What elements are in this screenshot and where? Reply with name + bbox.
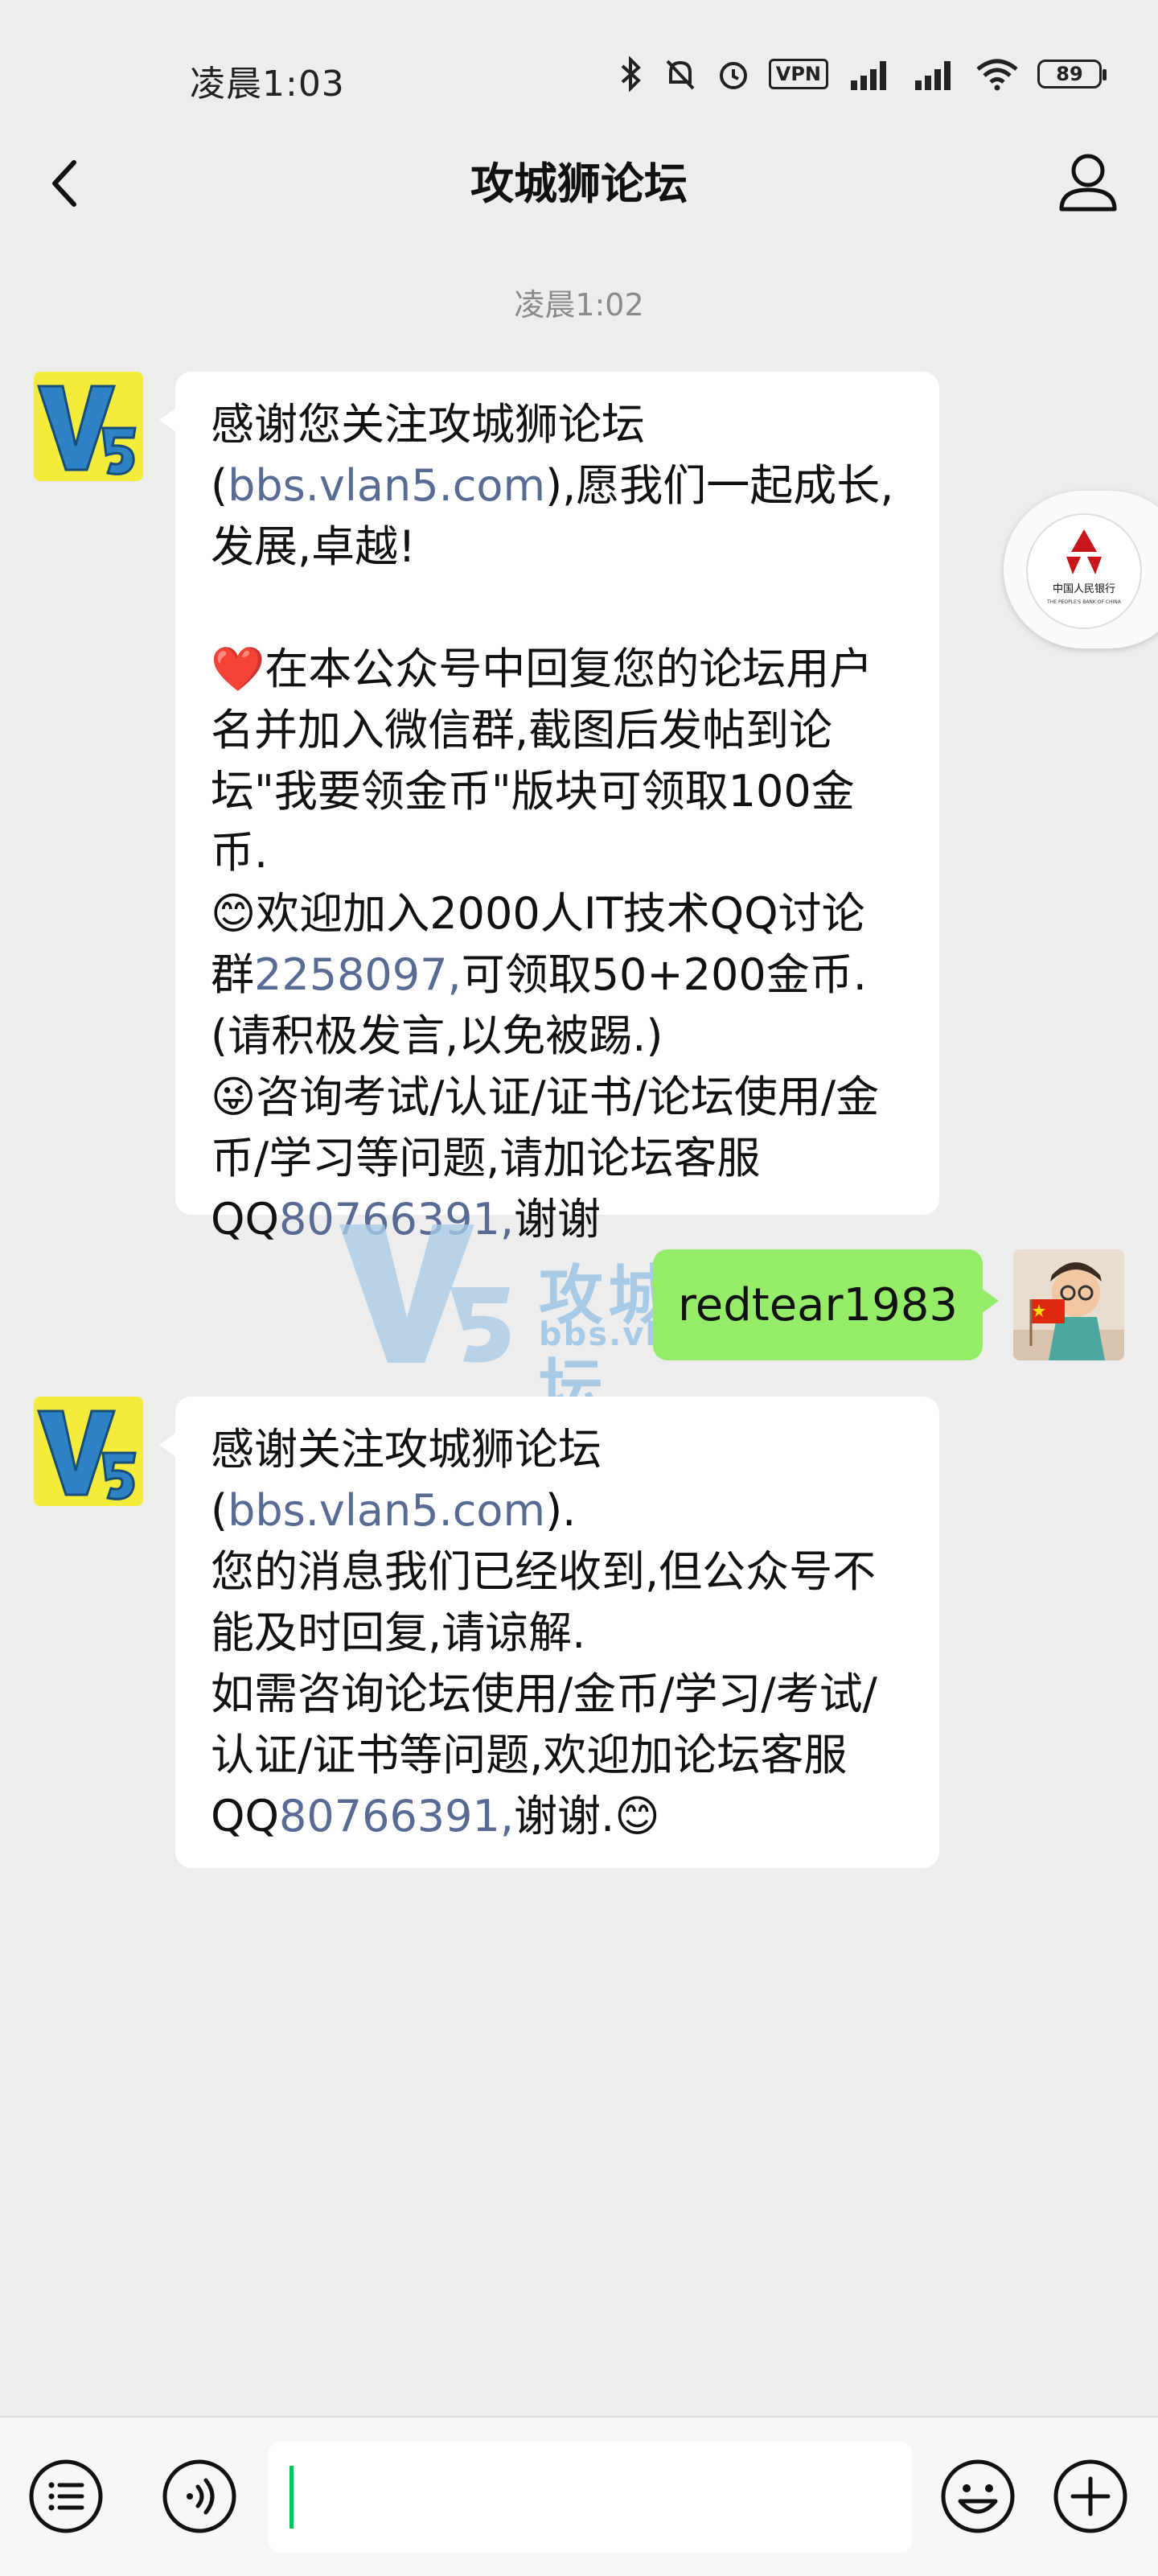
pboc-name: 中国人民银行 [1053,583,1115,595]
voice-icon[interactable] [161,2458,238,2535]
floating-window-badge[interactable]: 中国人民银行 THE PEOPLE'S BANK OF CHINA [1004,491,1158,648]
v5-logo-icon [34,372,143,481]
message2-paragraph-1: 感谢关注攻城狮论坛(bbs.vlan5.com). [211,1424,602,1536]
wifi-icon [976,59,1018,91]
emoji-icon[interactable] [939,2458,1016,2535]
user-photo-icon [1013,1249,1124,1360]
my-message-text: redtear1983 [677,1278,959,1331]
heart-emoji-icon: ❤️ [211,644,265,694]
message-paragraph-1: 感谢您关注攻城狮论坛(bbs.vlan5.com),愿我们一起成长,发展,卓越! [211,399,894,572]
qq-service-link[interactable]: 80766391, [279,1194,514,1245]
vpn-badge: VPN [768,59,828,89]
input-bar [0,2416,1158,2576]
message-bubble-1[interactable]: 感谢您关注攻城狮论坛(bbs.vlan5.com),愿我们一起成长,发展,卓越!… [159,372,939,1245]
plus-icon[interactable] [1052,2458,1129,2535]
message-paragraph-3: 😊欢迎加入2000人IT技术QQ讨论群2258097,可领取50+200金币.(… [211,888,867,1061]
text-caret [290,2466,294,2529]
message-bubble-2[interactable]: 感谢关注攻城狮论坛(bbs.vlan5.com). 您的消息我们已经收到,但公众… [159,1397,939,1868]
chat-timestamp: 凌晨1:02 [514,287,644,323]
avatar[interactable] [34,372,143,481]
avatar-2[interactable] [34,1397,143,1506]
message-input[interactable] [269,2442,912,2553]
message2-paragraph-2: 您的消息我们已经收到,但公众号不能及时回复,请谅解. [211,1546,877,1658]
bluetooth-icon [621,56,641,92]
v5-logo-icon-2 [34,1397,143,1506]
nav-bar: 攻城狮论坛 [0,129,1158,241]
signal-icon-2 [915,61,951,90]
pboc-english: THE PEOPLE'S BANK OF CHINA [1046,599,1122,605]
mute-bell-icon [666,60,695,90]
message-paragraph-2: ❤️在本公众号中回复您的论坛用户名并加入微信群,截图后发帖到论坛"我要领金币"版… [211,644,873,878]
page-title: 攻城狮论坛 [470,158,688,209]
status-icons: VPN 89 [618,56,1107,92]
status-time: 凌晨1:03 [190,64,345,105]
smile-emoji-icon-2: 😊 [614,1791,660,1841]
my-message-bubble[interactable]: redtear1983 [653,1249,999,1360]
forum-link[interactable]: bbs.vlan5.com [228,460,545,511]
qq-group-link[interactable]: 2258097, [254,949,462,1000]
battery-indicator: 89 [1037,60,1107,88]
menu-list-icon[interactable] [27,2458,105,2535]
wink-emoji-icon: 😜 [211,1072,257,1122]
pboc-logo-icon: 中国人民银行 THE PEOPLE'S BANK OF CHINA [1026,513,1142,629]
message-paragraph-4: 😜咨询考试/认证/证书/论坛使用/金币/学习等问题,请加论坛客服QQ807663… [211,1072,880,1245]
my-avatar[interactable] [1013,1249,1124,1360]
profile-icon[interactable] [1052,145,1124,217]
alarm-icon [719,62,747,89]
signal-icon [851,61,886,90]
forum-link-2[interactable]: bbs.vlan5.com [228,1485,545,1536]
qq-service-link-2[interactable]: 80766391, [279,1791,514,1841]
message2-paragraph-3: 如需咨询论坛使用/金币/学习/考试/认证/证书等问题,欢迎加论坛客服QQ8076… [211,1669,877,1841]
smile-emoji-icon: 😊 [211,888,257,939]
